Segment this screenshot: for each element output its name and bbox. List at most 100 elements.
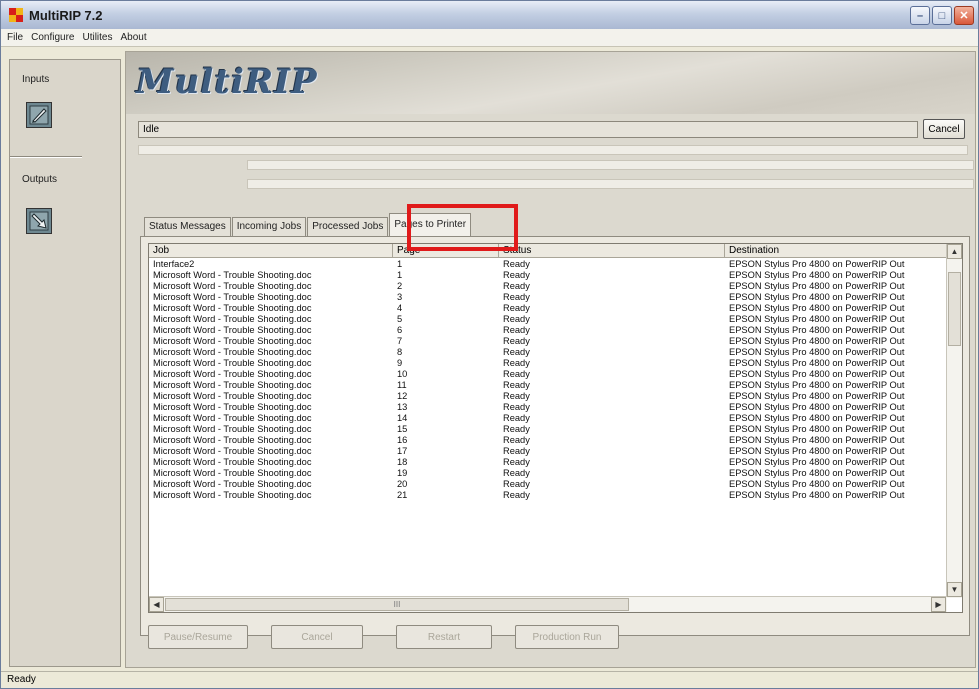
- list-header: Job Page Status Destination: [149, 244, 947, 258]
- cell-status: Ready: [503, 490, 530, 500]
- inputs-button[interactable]: [26, 102, 52, 128]
- title-bar[interactable]: MultiRIP 7.2 – □ ✕: [1, 1, 978, 29]
- output-printer-icon: [29, 211, 49, 231]
- table-row[interactable]: Microsoft Word - Trouble Shooting.doc 1 Re…: [149, 270, 947, 281]
- pause-resume-button[interactable]: Pause/Resume: [148, 625, 248, 649]
- scroll-right-button[interactable]: ▶: [931, 597, 946, 612]
- table-row[interactable]: Microsoft Word - Trouble Shooting.doc 18 R…: [149, 457, 947, 468]
- cell-page: 16: [397, 435, 408, 445]
- cell-status: Ready: [503, 303, 530, 313]
- cell-page: 21: [397, 490, 408, 500]
- table-row[interactable]: Interface2 1 Ready EPSON Stylus Pro 4800 on…: [149, 259, 947, 270]
- cancel-button[interactable]: Cancel: [923, 119, 965, 139]
- cell-job: Microsoft Word - Trouble Shooting.doc: [153, 369, 312, 379]
- cell-job: Microsoft Word - Trouble Shooting.doc: [153, 281, 312, 291]
- table-row[interactable]: Microsoft Word - Trouble Shooting.doc 11 R…: [149, 380, 947, 391]
- cell-job: Interface2: [153, 259, 195, 269]
- multirip-logo: MultiRIP: [136, 62, 318, 102]
- cell-destination: EPSON Stylus Pro 4800 on PowerRIP Out: [729, 303, 905, 313]
- tab-processed-jobs[interactable]: Processed Jobs: [307, 217, 389, 236]
- cell-page: 15: [397, 424, 408, 434]
- cell-page: 11: [397, 380, 407, 390]
- tab-status-messages[interactable]: Status Messages: [144, 217, 231, 236]
- outputs-button[interactable]: [26, 208, 52, 234]
- table-row[interactable]: Microsoft Word - Trouble Shooting.doc 9 Re…: [149, 358, 947, 369]
- table-row[interactable]: Microsoft Word - Trouble Shooting.doc 8 Re…: [149, 347, 947, 358]
- status-bar: Ready: [1, 671, 978, 688]
- cell-page: 18: [397, 457, 408, 467]
- cell-destination: EPSON Stylus Pro 4800 on PowerRIP Out: [729, 402, 905, 412]
- table-row[interactable]: Microsoft Word - Trouble Shooting.doc 3 Re…: [149, 292, 947, 303]
- cell-job: Microsoft Word - Trouble Shooting.doc: [153, 479, 312, 489]
- horizontal-scrollbar[interactable]: ◀ III ▶: [149, 596, 947, 612]
- cell-job: Microsoft Word - Trouble Shooting.doc: [153, 314, 312, 324]
- table-row[interactable]: Microsoft Word - Trouble Shooting.doc 20 R…: [149, 479, 947, 490]
- status-field: Idle: [138, 121, 918, 138]
- table-row[interactable]: Microsoft Word - Trouble Shooting.doc 12 R…: [149, 391, 947, 402]
- table-row[interactable]: Microsoft Word - Trouble Shooting.doc 2 Re…: [149, 281, 947, 292]
- column-header-status[interactable]: Status: [499, 244, 725, 258]
- cell-destination: EPSON Stylus Pro 4800 on PowerRIP Out: [729, 358, 905, 368]
- cell-page: 14: [397, 413, 408, 423]
- cell-job: Microsoft Word - Trouble Shooting.doc: [153, 358, 312, 368]
- menu-configure[interactable]: Configure: [31, 32, 74, 43]
- cell-destination: EPSON Stylus Pro 4800 on PowerRIP Out: [729, 413, 905, 423]
- menu-about[interactable]: About: [121, 32, 147, 43]
- menu-utilites[interactable]: Utilites: [82, 32, 112, 43]
- cell-status: Ready: [503, 281, 530, 291]
- highlight-annotation-box: [407, 204, 518, 251]
- vertical-scroll-thumb[interactable]: [948, 272, 961, 346]
- table-row[interactable]: Microsoft Word - Trouble Shooting.doc 21 R…: [149, 490, 947, 501]
- cell-page: 20: [397, 479, 408, 489]
- table-row[interactable]: Microsoft Word - Trouble Shooting.doc 5 Re…: [149, 314, 947, 325]
- cell-destination: EPSON Stylus Pro 4800 on PowerRIP Out: [729, 336, 905, 346]
- cell-job: Microsoft Word - Trouble Shooting.doc: [153, 413, 312, 423]
- close-button[interactable]: ✕: [954, 6, 974, 25]
- scroll-up-button[interactable]: ▲: [947, 244, 962, 259]
- column-header-destination[interactable]: Destination: [725, 244, 947, 258]
- menu-bar: File Configure Utilites About: [1, 29, 978, 47]
- minimize-button[interactable]: –: [910, 6, 930, 25]
- cell-job: Microsoft Word - Trouble Shooting.doc: [153, 490, 312, 500]
- tab-panel: Job Page Status Destination Interface2 1 R…: [140, 236, 970, 636]
- cell-job: Microsoft Word - Trouble Shooting.doc: [153, 303, 312, 313]
- cell-status: Ready: [503, 336, 530, 346]
- cell-destination: EPSON Stylus Pro 4800 on PowerRIP Out: [729, 435, 905, 445]
- tab-incoming-jobs[interactable]: Incoming Jobs: [231, 217, 307, 236]
- table-row[interactable]: Microsoft Word - Trouble Shooting.doc 19 R…: [149, 468, 947, 479]
- table-row[interactable]: Microsoft Word - Trouble Shooting.doc 6 Re…: [149, 325, 947, 336]
- window-title: MultiRIP 7.2: [29, 7, 103, 23]
- scroll-down-button[interactable]: ▼: [947, 582, 962, 597]
- vertical-scrollbar[interactable]: ▲ ▼: [946, 244, 962, 598]
- inputs-label: Inputs: [22, 74, 50, 85]
- cell-destination: EPSON Stylus Pro 4800 on PowerRIP Out: [729, 391, 905, 401]
- cell-status: Ready: [503, 380, 530, 390]
- table-row[interactable]: Microsoft Word - Trouble Shooting.doc 15 R…: [149, 424, 947, 435]
- cell-status: Ready: [503, 446, 530, 456]
- restart-button[interactable]: Restart: [396, 625, 492, 649]
- progress-bar-secondary: [247, 160, 974, 170]
- pages-list[interactable]: Job Page Status Destination Interface2 1 R…: [148, 243, 963, 613]
- column-header-job[interactable]: Job: [149, 244, 393, 258]
- cell-destination: EPSON Stylus Pro 4800 on PowerRIP Out: [729, 479, 905, 489]
- cell-page: 8: [397, 347, 403, 357]
- production-run-button[interactable]: Production Run: [515, 625, 619, 649]
- table-row[interactable]: Microsoft Word - Trouble Shooting.doc 7 Re…: [149, 336, 947, 347]
- horizontal-scroll-thumb[interactable]: III: [165, 598, 629, 611]
- maximize-button[interactable]: □: [932, 6, 952, 25]
- cell-job: Microsoft Word - Trouble Shooting.doc: [153, 446, 312, 456]
- logo-banner: MultiRIP: [126, 52, 975, 114]
- table-row[interactable]: Microsoft Word - Trouble Shooting.doc 16 R…: [149, 435, 947, 446]
- cancel-job-button[interactable]: Cancel: [271, 625, 363, 649]
- cell-destination: EPSON Stylus Pro 4800 on PowerRIP Out: [729, 424, 905, 434]
- cell-page: 6: [397, 325, 403, 335]
- table-row[interactable]: Microsoft Word - Trouble Shooting.doc 4 Re…: [149, 303, 947, 314]
- cell-destination: EPSON Stylus Pro 4800 on PowerRIP Out: [729, 270, 905, 280]
- table-row[interactable]: Microsoft Word - Trouble Shooting.doc 10 R…: [149, 369, 947, 380]
- table-row[interactable]: Microsoft Word - Trouble Shooting.doc 17 R…: [149, 446, 947, 457]
- table-row[interactable]: Microsoft Word - Trouble Shooting.doc 14 R…: [149, 413, 947, 424]
- cell-job: Microsoft Word - Trouble Shooting.doc: [153, 424, 312, 434]
- menu-file[interactable]: File: [7, 32, 23, 43]
- table-row[interactable]: Microsoft Word - Trouble Shooting.doc 13 R…: [149, 402, 947, 413]
- scroll-left-button[interactable]: ◀: [149, 597, 164, 612]
